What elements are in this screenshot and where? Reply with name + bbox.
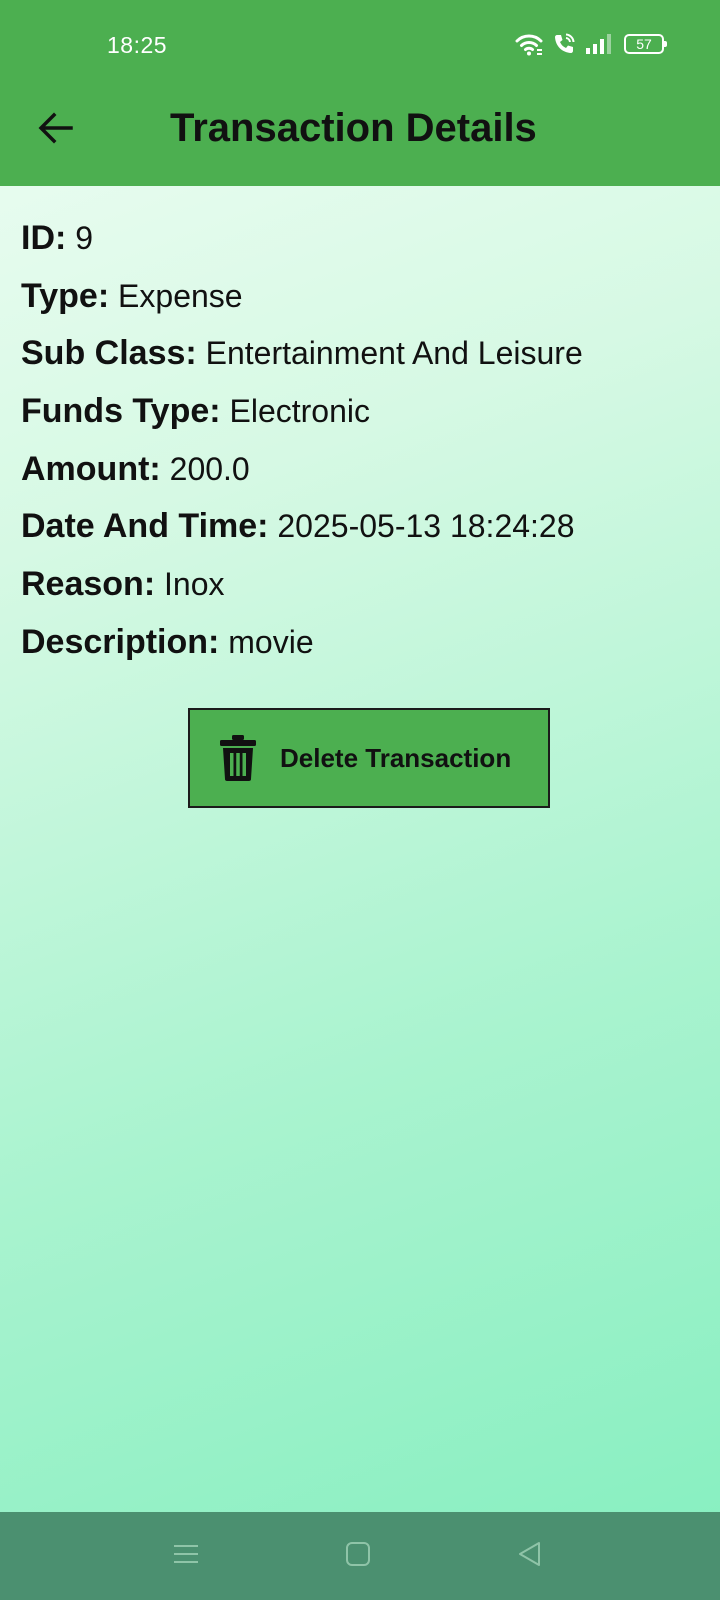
back-nav-button[interactable] — [508, 1534, 552, 1578]
detail-label: Amount: — [21, 449, 161, 488]
battery-icon: 57 — [624, 34, 667, 54]
detail-label: Funds Type: — [21, 392, 221, 431]
detail-row-funds-type: Funds Type: Electronic — [21, 383, 711, 441]
detail-row-id: ID: 9 — [21, 210, 711, 268]
detail-value: Inox — [164, 566, 225, 603]
detail-row-amount: Amount: 200.0 — [21, 441, 711, 499]
transaction-details-screen: 18:25 57 Transaction Details ID: 9 Type:… — [0, 0, 720, 1600]
detail-row-description: Description: movie — [21, 614, 711, 672]
arrow-back-icon — [38, 112, 74, 149]
detail-value: Expense — [118, 277, 243, 314]
back-button[interactable] — [26, 100, 86, 160]
detail-label: ID: — [21, 219, 67, 257]
detail-value: 200.0 — [169, 450, 250, 487]
detail-label: Description: — [21, 622, 220, 661]
detail-label: Type: — [21, 276, 110, 315]
status-time: 18:25 — [107, 32, 168, 58]
recent-apps-button[interactable] — [164, 1534, 208, 1578]
detail-label: Sub Class: — [21, 334, 197, 373]
back-triangle-icon — [516, 1540, 544, 1573]
signal-icon — [585, 33, 615, 55]
home-button[interactable] — [336, 1534, 380, 1578]
app-bar: 18:25 57 Transaction Details — [0, 0, 720, 186]
page-title: Transaction Details — [170, 106, 537, 150]
detail-value: 2025-05-13 18:24:28 — [277, 508, 575, 545]
detail-value: movie — [228, 623, 314, 660]
detail-row-sub-class: Sub Class: Entertainment And Leisure — [21, 325, 711, 383]
detail-row-reason: Reason: Inox — [21, 556, 711, 614]
wifi-icon — [515, 32, 543, 56]
detail-value: 9 — [75, 220, 94, 256]
status-icons: 57 — [515, 30, 667, 58]
battery-level: 57 — [636, 36, 652, 52]
system-nav-bar — [0, 1512, 720, 1600]
home-icon — [344, 1540, 372, 1573]
delete-transaction-button[interactable]: Delete Transaction — [188, 708, 550, 808]
transaction-details: ID: 9 Type: Expense Sub Class: Entertain… — [21, 210, 711, 672]
menu-icon — [172, 1540, 200, 1573]
detail-value: Entertainment And Leisure — [205, 335, 583, 372]
detail-row-date-time: Date And Time: 2025-05-13 18:24:28 — [21, 498, 711, 556]
detail-label: Date And Time: — [21, 507, 269, 546]
wifi-calling-icon — [552, 32, 576, 56]
delete-button-label: Delete Transaction — [280, 742, 512, 773]
trash-icon — [218, 734, 258, 782]
detail-label: Reason: — [21, 565, 156, 604]
detail-value: Electronic — [229, 393, 370, 430]
detail-row-type: Type: Expense — [21, 268, 711, 326]
status-bar: 18:25 57 — [0, 0, 720, 92]
